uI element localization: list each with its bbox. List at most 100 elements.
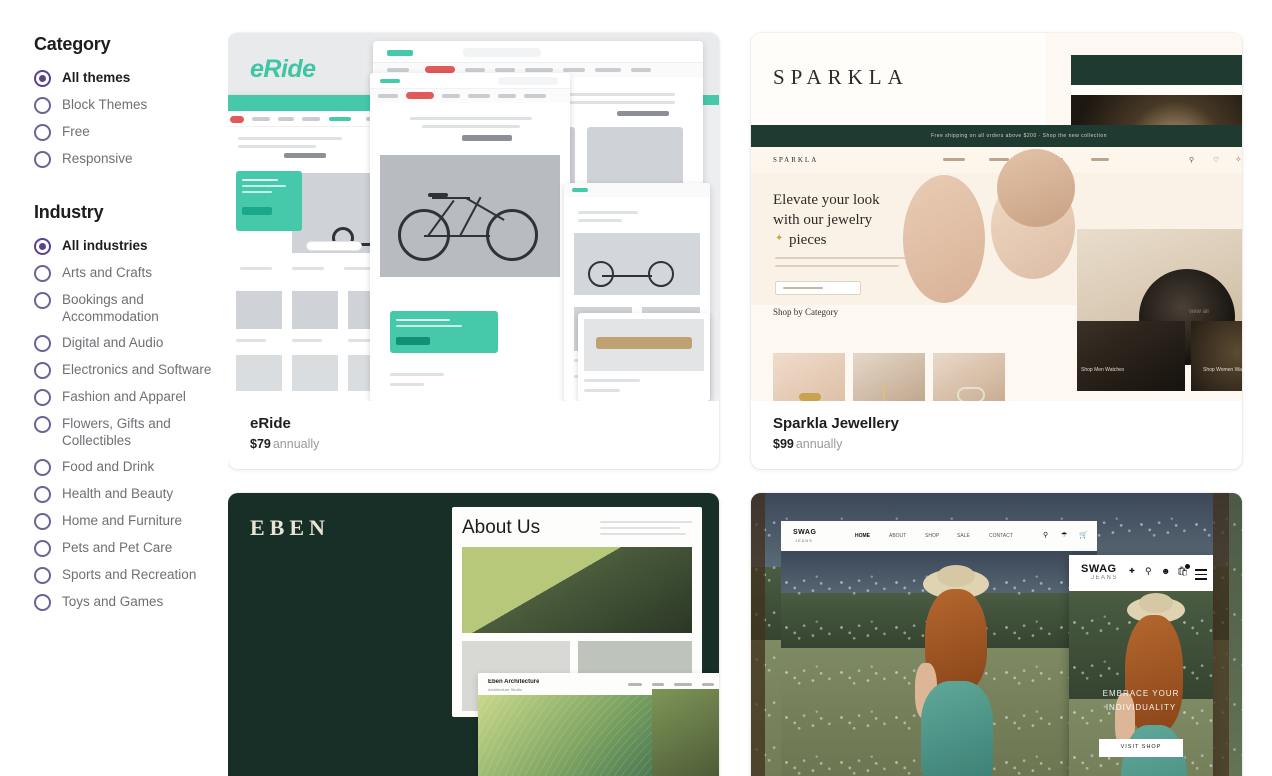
filter-option-label: Digital and Audio [62, 335, 164, 350]
mobile-navbar: SWAG JEANS ✚ ⚲ ☻ 🛍 [1069, 555, 1213, 591]
filter-option-label: Bookings and Accommodation [62, 292, 159, 324]
swag-logo: SWAG [1081, 563, 1117, 575]
filter-option-home-and-furniture[interactable]: Home and Furniture [34, 512, 228, 530]
section-title-shop-by-category: Shop by Category [773, 307, 838, 317]
category-image-watch-dark [1077, 321, 1185, 391]
filter-option-label: Flowers, Gifts and Collectibles [62, 416, 171, 448]
filter-option-all-themes[interactable]: All themes [34, 69, 228, 87]
price-amount: $99 [773, 437, 794, 451]
radio-icon[interactable] [34, 335, 51, 352]
radio-icon[interactable] [34, 567, 51, 584]
hero-heading-line-3: pieces [789, 232, 827, 248]
filter-option-label: All themes [62, 70, 131, 85]
theme-preview-sparkla[interactable]: SPARKLA SPARKLA Free shipping on all ord… [751, 33, 1242, 401]
radio-icon[interactable] [34, 513, 51, 530]
filter-option-pets-and-pet-care[interactable]: Pets and Pet Care [34, 539, 228, 557]
account-icon[interactable]: ☻ [1161, 566, 1170, 576]
right-edge-strip [1213, 493, 1229, 776]
filter-option-label: Toys and Games [62, 594, 164, 609]
theme-preview-eben[interactable]: EBEN About Us Eben Architecture Architec… [228, 493, 719, 776]
radio-icon[interactable] [34, 292, 51, 309]
theme-name: eRide [250, 415, 291, 432]
theme-name: Sparkla Jewellery [773, 415, 899, 432]
industry-radio-group: All industries Arts and Crafts Bookings … [34, 237, 228, 611]
radio-icon[interactable] [34, 540, 51, 557]
price-period: annually [272, 437, 320, 451]
filter-option-label: All industries [62, 238, 148, 253]
radio-icon[interactable] [34, 97, 51, 114]
category-image-necklaces [853, 353, 925, 401]
search-icon[interactable]: ⚲ [1145, 566, 1152, 577]
category-facet-title: Category [34, 34, 111, 54]
filter-option-label: Sports and Recreation [62, 567, 197, 582]
about-us-heading: About Us [462, 517, 541, 538]
radio-icon[interactable] [34, 389, 51, 406]
eben-site-name: Eben Architecture [488, 679, 540, 685]
theme-card-eben[interactable]: EBEN About Us Eben Architecture Architec… [228, 493, 719, 776]
filter-option-label: Block Themes [62, 97, 148, 112]
photo-model-circle [997, 149, 1075, 227]
filter-option-responsive[interactable]: Responsive [34, 150, 228, 168]
filter-option-label: Free [62, 124, 90, 139]
category-image-rings [773, 353, 845, 401]
filter-option-label: Electronics and Software [62, 362, 212, 377]
price-period: annually [795, 437, 843, 451]
section-link-view-all: view all [1189, 309, 1209, 315]
filter-option-label: Food and Drink [62, 459, 155, 474]
filter-option-flowers-gifts-and-collectibles[interactable]: Flowers, Gifts and Collectibles [34, 415, 228, 449]
filter-option-arts-and-crafts[interactable]: Arts and Crafts [34, 264, 228, 282]
theme-grid: eRide eRide $79 annually SPARKLA Free sh… [228, 33, 1242, 776]
theme-card-meta: eRide $79 annually [228, 401, 719, 469]
radio-icon[interactable] [34, 70, 51, 87]
filter-option-label: Arts and Crafts [62, 265, 153, 280]
filter-option-label: Responsive [62, 151, 133, 166]
filter-sidebar: Category All themes Block Themes Free Re… [0, 0, 228, 776]
radio-icon[interactable] [34, 124, 51, 141]
visit-shop-label: VISIT SHOP [1120, 744, 1162, 750]
theme-card-swag-jeans[interactable]: SWAG JEANS HOME ABOUT SHOP SALE CONTACT … [751, 493, 1242, 776]
filter-option-sports-and-recreation[interactable]: Sports and Recreation [34, 566, 228, 584]
price-amount: $79 [250, 437, 271, 451]
filter-option-label: Health and Beauty [62, 486, 174, 501]
theme-price: $79 annually [250, 437, 699, 451]
theme-preview-swag[interactable]: SWAG JEANS HOME ABOUT SHOP SALE CONTACT … [751, 493, 1242, 776]
mobile-overlay-line-2: INDIVIDUALITY [1105, 703, 1177, 712]
model-photo [901, 565, 1011, 776]
radio-icon[interactable] [34, 416, 51, 433]
filter-option-electronics-and-software[interactable]: Electronics and Software [34, 361, 228, 379]
filter-option-food-and-drink[interactable]: Food and Drink [34, 458, 228, 476]
filter-option-bookings-and-accommodation[interactable]: Bookings and Accommodation [34, 291, 228, 325]
announcement-band: Free shipping on all orders above $200 ·… [751, 125, 1242, 147]
sparkla-logo: SPARKLA [773, 65, 909, 89]
filter-option-block-themes[interactable]: Block Themes [34, 96, 228, 114]
swag-logo-sub: JEANS [1091, 575, 1118, 581]
theme-card-sparkla-jewellery[interactable]: SPARKLA SPARKLA Free shipping on all ord… [751, 33, 1242, 469]
photo-landscape [652, 689, 719, 776]
radio-icon[interactable] [34, 362, 51, 379]
theme-card-eride[interactable]: eRide eRide $79 annually [228, 33, 719, 469]
menu-icon[interactable] [1195, 569, 1207, 583]
filter-option-fashion-and-apparel[interactable]: Fashion and Apparel [34, 388, 228, 406]
industry-facet-title: Industry [34, 202, 104, 222]
filter-option-digital-and-audio[interactable]: Digital and Audio [34, 334, 228, 352]
filter-option-free[interactable]: Free [34, 123, 228, 141]
desktop-site-navbar: SWAG JEANS HOME ABOUT SHOP SALE CONTACT … [781, 521, 1097, 551]
mobile-overlay-line-1: EMBRACE YOUR [1102, 689, 1180, 698]
radio-icon[interactable] [34, 459, 51, 476]
radio-icon[interactable] [34, 594, 51, 611]
cart-badge [1185, 564, 1190, 569]
theme-preview-eride[interactable]: eRide [228, 33, 719, 401]
filter-option-all-industries[interactable]: All industries [34, 237, 228, 255]
filter-option-label: Pets and Pet Care [62, 540, 173, 555]
radio-icon[interactable] [34, 238, 51, 255]
filter-option-toys-and-games[interactable]: Toys and Games [34, 593, 228, 611]
radio-icon[interactable] [34, 151, 51, 168]
radio-icon[interactable] [34, 265, 51, 282]
filter-option-health-and-beauty[interactable]: Health and Beauty [34, 485, 228, 503]
visit-shop-button[interactable]: VISIT SHOP [1099, 739, 1183, 757]
site-header: SPARKLA ⚲ ♡ ✧ ✧ [751, 147, 1242, 173]
theme-browser-page: Category All themes Block Themes Free Re… [0, 0, 1272, 776]
radio-icon[interactable] [34, 486, 51, 503]
category-radio-group: All themes Block Themes Free Responsive [34, 69, 228, 168]
filter-option-label: Fashion and Apparel [62, 389, 186, 404]
